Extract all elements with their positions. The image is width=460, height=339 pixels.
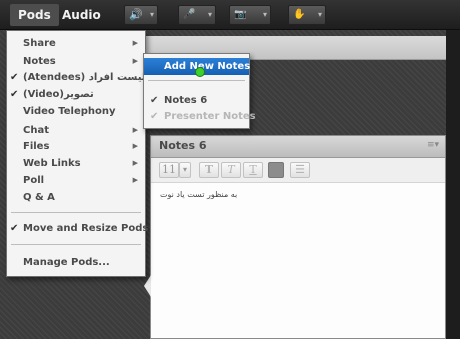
menu-item-label: Manage Pods... xyxy=(23,257,110,268)
notes-pod-header: Notes 6 ≡▾ xyxy=(151,136,445,158)
menu-item-attendees[interactable]: ✔ (Atendees) لیست افراد xyxy=(7,69,146,86)
submenu-item-notes-6[interactable]: ✔ Notes 6 xyxy=(144,92,249,109)
menu-item-label: Q & A xyxy=(23,192,55,203)
menu-item-label: Move and Resize Pods xyxy=(23,223,149,234)
check-icon: ✔ xyxy=(10,72,19,83)
check-icon: ✔ xyxy=(10,223,19,234)
right-scroll-strip xyxy=(446,30,460,339)
chevron-down-icon: ▾ xyxy=(317,10,322,19)
bullet-list-button[interactable]: ☰ xyxy=(290,162,310,178)
submenu-item-presenter-notes: ✔ Presenter Notes xyxy=(144,108,256,125)
text-color-button[interactable] xyxy=(268,162,284,178)
menu-item-notes[interactable]: Notes ▶ xyxy=(7,53,145,70)
submenu-arrow-icon: ▶ xyxy=(132,126,138,134)
speaker-icon: 🔊 xyxy=(129,8,143,21)
menu-item-files[interactable]: Files ▶ xyxy=(7,138,145,155)
submenu-item-label: Presenter Notes xyxy=(164,111,256,122)
submenu-arrow-icon: ▶ xyxy=(132,176,138,184)
menu-item-label: Web Links xyxy=(23,158,81,169)
bold-button[interactable]: T xyxy=(199,162,219,178)
submenu-arrow-icon: ▶ xyxy=(132,57,138,65)
check-icon: ✔ xyxy=(10,89,19,100)
raise-hand-button[interactable]: ✋ ▾ xyxy=(288,5,326,25)
submenu-item-label: Notes 6 xyxy=(164,95,208,106)
menu-item-share[interactable]: Share ▶ xyxy=(7,35,145,52)
menu-item-label: Files xyxy=(23,141,50,152)
webcam-button[interactable]: 📷 ▾ xyxy=(229,5,271,25)
menu-item-label: (Video)تصویر xyxy=(23,89,94,100)
chevron-down-icon[interactable]: ▾ xyxy=(179,162,191,178)
submenu-arrow-icon: ▶ xyxy=(132,142,138,150)
audio-menu-tab[interactable]: Audio xyxy=(54,4,109,26)
menu-divider xyxy=(11,244,141,245)
menu-item-label: Share xyxy=(23,38,56,49)
meeting-top-bar: Pods Audio 🔊 ▾ 🎤 ▾ 📷 ▾ ✋ ▾ xyxy=(0,0,460,30)
pods-dropdown-menu: Share ▶ Notes ▶ ✔ (Atendees) لیست افراد … xyxy=(6,30,149,277)
pods-menu-tab[interactable]: Pods xyxy=(10,4,59,26)
notes-format-toolbar: 11 ▾ T T T ☰ xyxy=(151,158,445,183)
menu-item-qa[interactable]: Q & A xyxy=(7,189,145,206)
chevron-down-icon: ▾ xyxy=(262,10,267,19)
menu-item-label: Notes xyxy=(23,56,56,67)
menu-item-move-resize-pods[interactable]: ✔ Move and Resize Pods xyxy=(7,220,149,237)
menu-item-video[interactable]: ✔ (Video)تصویر xyxy=(7,86,145,103)
menu-item-label: Video Telephony xyxy=(23,106,116,117)
menu-item-poll[interactable]: Poll ▶ xyxy=(7,172,145,189)
submenu-arrow-icon: ▶ xyxy=(132,159,138,167)
menu-item-manage-pods[interactable]: Manage Pods... xyxy=(7,254,145,271)
chevron-down-icon: ▾ xyxy=(149,10,154,19)
menu-item-video-telephony[interactable]: Video Telephony xyxy=(7,103,145,120)
notes-content[interactable]: به منظور تست یاد نوت xyxy=(160,190,237,199)
notes-pod: Notes 6 ≡▾ 11 ▾ T T T ☰ به منظور تست یاد… xyxy=(150,135,446,339)
menu-divider xyxy=(148,80,245,81)
notes-pod-title: Notes 6 xyxy=(159,139,207,152)
submenu-arrow-icon: ▶ xyxy=(132,39,138,47)
check-icon: ✔ xyxy=(150,111,159,122)
raise-hand-icon: ✋ xyxy=(293,9,306,20)
menu-item-web-links[interactable]: Web Links ▶ xyxy=(7,155,145,172)
pod-options-icon[interactable]: ≡▾ xyxy=(427,140,439,150)
font-size-select[interactable]: 11 xyxy=(159,162,179,178)
microphone-button[interactable]: 🎤 ▾ xyxy=(178,5,216,25)
menu-item-label: Poll xyxy=(23,175,45,186)
speaker-button[interactable]: 🔊 ▾ xyxy=(124,5,158,25)
italic-button[interactable]: T xyxy=(221,162,241,178)
webcam-icon: 📷 xyxy=(234,9,247,20)
menu-divider xyxy=(11,212,141,213)
check-icon: ✔ xyxy=(150,95,159,106)
mouse-cursor-icon xyxy=(195,67,205,77)
chevron-down-icon: ▾ xyxy=(207,10,212,19)
menu-item-label: (Atendees) لیست افراد xyxy=(23,72,146,83)
menu-item-label: Chat xyxy=(23,125,49,136)
underline-button[interactable]: T xyxy=(243,162,263,178)
microphone-icon: 🎤 xyxy=(183,9,196,20)
notes-submenu: Add New Notes ✔ Notes 6 ✔ Presenter Note… xyxy=(143,53,256,129)
menu-item-chat[interactable]: Chat ▶ xyxy=(7,122,145,139)
